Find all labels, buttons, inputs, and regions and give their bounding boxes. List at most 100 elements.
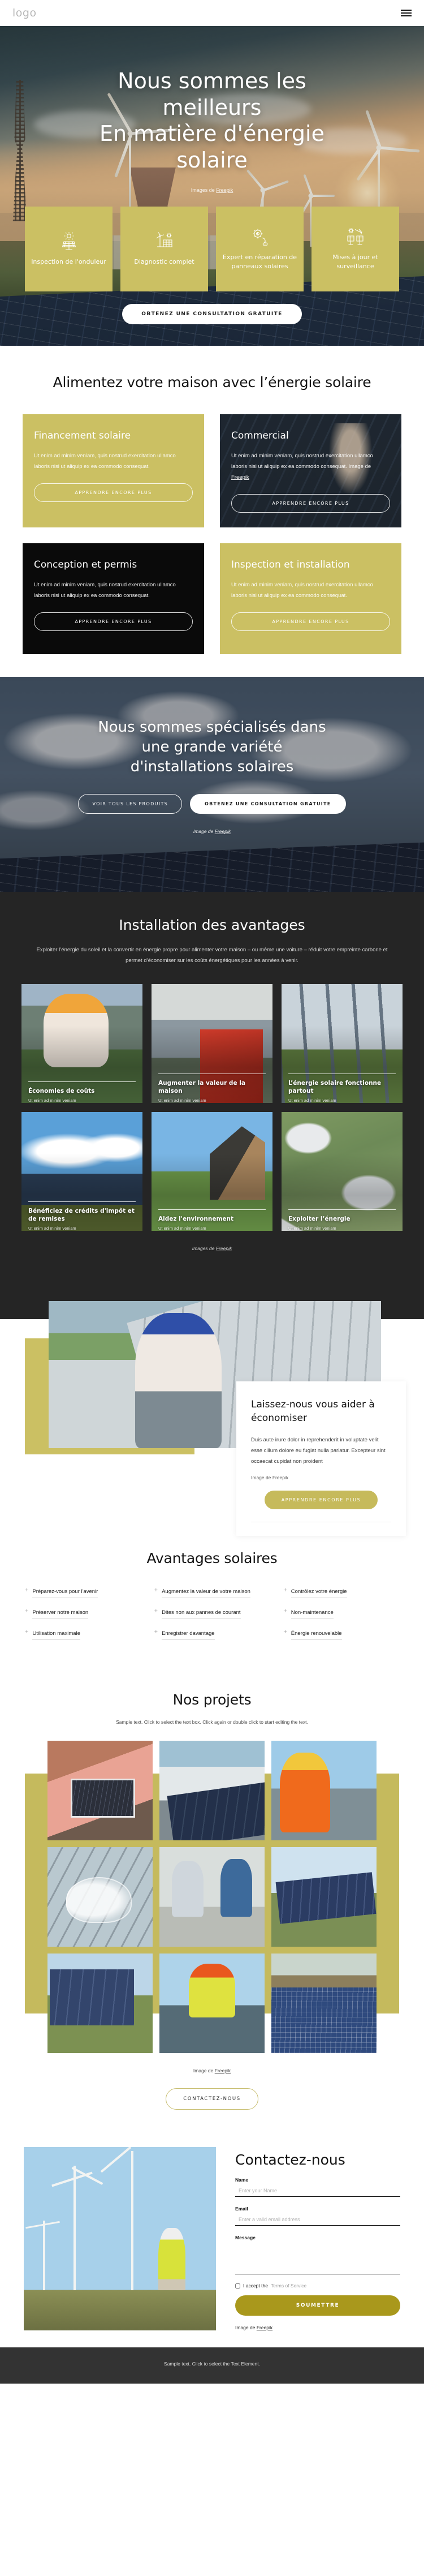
benefit-card-environment[interactable]: Aidez l'environnement Ut enim ad minim v…: [152, 1112, 272, 1231]
feature-card-commercial[interactable]: Commercial Ut enim ad minim veniam, quis…: [220, 414, 401, 527]
advantage-item[interactable]: + Utilisation maximale: [25, 1629, 141, 1641]
benefits-image-credit: Images de Freepik: [21, 1246, 403, 1251]
save-learn-more-button[interactable]: APPRENDRE ENCORE PLUS: [264, 1490, 378, 1509]
site-logo[interactable]: logo: [12, 7, 37, 19]
project-thumbnail[interactable]: [47, 1741, 153, 1841]
freepik-link[interactable]: Freepik: [257, 2325, 272, 2330]
advantages-grid: + Préparez-vous pour l'avenir + Préserver …: [25, 1587, 399, 1650]
footer-text: Sample text. Click to select the Text El…: [164, 2361, 260, 2367]
learn-more-button[interactable]: APPRENDRE ENCORE PLUS: [34, 612, 193, 631]
advantage-label: Dites non aux pannes de courant: [162, 1608, 241, 1620]
features-card-grid: Financement solaire Ut enim ad minim ven…: [23, 414, 401, 654]
benefit-card-harness-energy[interactable]: Exploiter l’énergie Ut enim ad minim ven…: [282, 1112, 403, 1231]
terms-of-service-link[interactable]: Terms of Service: [271, 2283, 306, 2289]
credit-prefix: Image de: [235, 2325, 257, 2331]
advantage-item[interactable]: + Non-maintenance: [283, 1608, 399, 1620]
freepik-link[interactable]: Freepik: [215, 828, 231, 834]
hero-content: Nous sommes les meilleurs En matière d'é…: [0, 26, 424, 324]
benefit-card-home-value[interactable]: Augmenter la valeur de la maison Ut enim…: [152, 984, 272, 1103]
solar-monitoring-icon: [346, 227, 365, 246]
advantages-column-1: + Préparez-vous pour l'avenir + Préserver …: [25, 1587, 141, 1650]
banner-button-row: VOIR TOUS LES PRODUITS OBTENEZ UNE CONSU…: [0, 794, 424, 814]
feature-card-body: Ut enim ad minim veniam, quis nostrud ex…: [231, 450, 390, 483]
projects-contact-button[interactable]: CONTACTEZ-NOUS: [166, 2088, 258, 2110]
advantage-item[interactable]: + Préparez-vous pour l'avenir: [25, 1587, 141, 1599]
learn-more-button[interactable]: APPRENDRE ENCORE PLUS: [34, 483, 193, 502]
project-thumbnail[interactable]: [47, 1847, 153, 1947]
feature-card-inspection-installation[interactable]: Inspection et installation Ut enim ad mi…: [220, 543, 401, 654]
projects-grid: [0, 1741, 424, 2054]
hero-free-consultation-button[interactable]: OBTENEZ UNE CONSULTATION GRATUITE: [122, 303, 302, 324]
service-card-updates-monitoring[interactable]: Mises à jour et surveillance: [311, 206, 399, 291]
hero-title-line-2: meilleurs: [162, 95, 262, 120]
feature-card-design-permits[interactable]: Conception et permis Ut enim ad minim ve…: [23, 543, 204, 654]
service-card-full-diagnostic[interactable]: Diagnostic complet: [120, 206, 208, 291]
benefit-card-title: Économies de coûts: [28, 1087, 95, 1094]
benefit-card-subtitle: Ut enim ad minim veniam: [28, 1098, 76, 1103]
name-input[interactable]: [235, 2186, 400, 2197]
email-field-group: Email: [235, 2206, 400, 2226]
feature-card-solar-financing[interactable]: Financement solaire Ut enim ad minim ven…: [23, 414, 204, 527]
contact-form: Contactez-nous Name Email Message I acce…: [216, 2147, 400, 2330]
project-thumbnail[interactable]: [159, 1954, 265, 2054]
name-label: Name: [235, 2177, 249, 2183]
plus-icon: +: [283, 1587, 287, 1594]
freepik-link[interactable]: Freepik: [231, 474, 249, 480]
accept-terms-checkbox[interactable]: [235, 2283, 240, 2289]
banner-title-line-2: une grande variété: [141, 739, 283, 756]
advantage-item[interactable]: + Enregistrer davantage: [154, 1629, 270, 1641]
credit-prefix: Image de: [193, 2068, 215, 2074]
benefits-lead-text: Exploiter l’énergie du soleil et la conv…: [36, 947, 388, 964]
submit-button[interactable]: SOUMETTRE: [235, 2295, 400, 2316]
benefit-card-works-everywhere[interactable]: L’énergie solaire fonctionne partout Ut …: [282, 984, 403, 1103]
worker-figure: [135, 1312, 222, 1448]
hero-title-line-4: solaire: [176, 148, 248, 173]
benefit-card-tax-credits[interactable]: Bénéficiez de crédits d'impôt et de remi…: [21, 1112, 142, 1231]
turbine-mast: [43, 2220, 45, 2294]
advantages-column-3: + Contrôlez votre énergie + Non-maintenanc…: [283, 1587, 399, 1650]
benefit-card-cost-savings[interactable]: Économies de coûts Ut enim ad minim veni…: [21, 984, 142, 1103]
service-card-panel-repair-expert[interactable]: Expert en réparation de panneaux solaire…: [216, 206, 304, 291]
project-thumbnail[interactable]: [271, 1741, 377, 1841]
advantage-item[interactable]: + Contrôlez votre énergie: [283, 1587, 399, 1599]
advantage-item[interactable]: + Préserver notre maison: [25, 1608, 141, 1620]
save-text-card: Laissez-nous vous aider à économiser Dui…: [236, 1381, 406, 1536]
advantage-label: Contrôlez votre énergie: [291, 1587, 347, 1599]
freepik-link[interactable]: Freepik: [272, 1475, 288, 1480]
service-card-label: Diagnostic complet: [134, 258, 194, 266]
advantage-item[interactable]: + Dites non aux pannes de courant: [154, 1608, 270, 1620]
message-textarea[interactable]: [235, 2243, 400, 2275]
benefits-section: Installation des avantages Exploiter l’é…: [0, 892, 424, 1270]
feature-card-body: Ut enim ad minim veniam, quis nostrud ex…: [34, 453, 176, 470]
features-section: Alimentez votre maison avec l’énergie so…: [0, 346, 424, 677]
site-footer: Sample text. Click to select the Text El…: [0, 2347, 424, 2384]
benefit-card-rule: [158, 1209, 266, 1210]
benefit-card-rule: [288, 1209, 396, 1210]
freepik-link[interactable]: Freepik: [216, 187, 233, 193]
learn-more-button[interactable]: APPRENDRE ENCORE PLUS: [231, 494, 390, 513]
credit-prefix: Images de: [192, 1246, 216, 1251]
learn-more-button[interactable]: APPRENDRE ENCORE PLUS: [231, 612, 390, 631]
freepik-link[interactable]: Freepik: [215, 2068, 231, 2073]
email-input[interactable]: [235, 2214, 400, 2226]
project-thumbnail[interactable]: [159, 1741, 265, 1841]
project-thumbnail[interactable]: [159, 1847, 265, 1947]
service-card-inverter-inspection[interactable]: Inspection de l'onduleur: [25, 206, 113, 291]
freepik-link[interactable]: Freepik: [216, 1246, 232, 1251]
benefit-card-title: Augmenter la valeur de la maison: [158, 1079, 245, 1094]
benefit-card-title: Exploiter l’énergie: [288, 1215, 351, 1222]
turbine-mast: [73, 2165, 76, 2294]
project-thumbnail[interactable]: [271, 1847, 377, 1947]
project-thumbnail[interactable]: [47, 1954, 153, 2054]
advantage-label: Énergie renouvelable: [291, 1629, 342, 1641]
credit-prefix: Image de: [251, 1474, 272, 1480]
hamburger-menu-icon[interactable]: [401, 10, 412, 16]
plus-icon: +: [25, 1629, 29, 1636]
free-consultation-button[interactable]: OBTENEZ UNE CONSULTATION GRATUITE: [189, 794, 346, 814]
benefit-card-title: L’énergie solaire fonctionne partout: [288, 1079, 382, 1094]
advantage-item[interactable]: + Augmentez la valeur de votre maison: [154, 1587, 270, 1599]
advantage-item[interactable]: + Énergie renouvelable: [283, 1629, 399, 1641]
view-all-products-button[interactable]: VOIR TOUS LES PRODUITS: [78, 794, 182, 814]
save-image-credit: Image de Freepik: [251, 1475, 391, 1480]
project-thumbnail[interactable]: [271, 1954, 377, 2054]
